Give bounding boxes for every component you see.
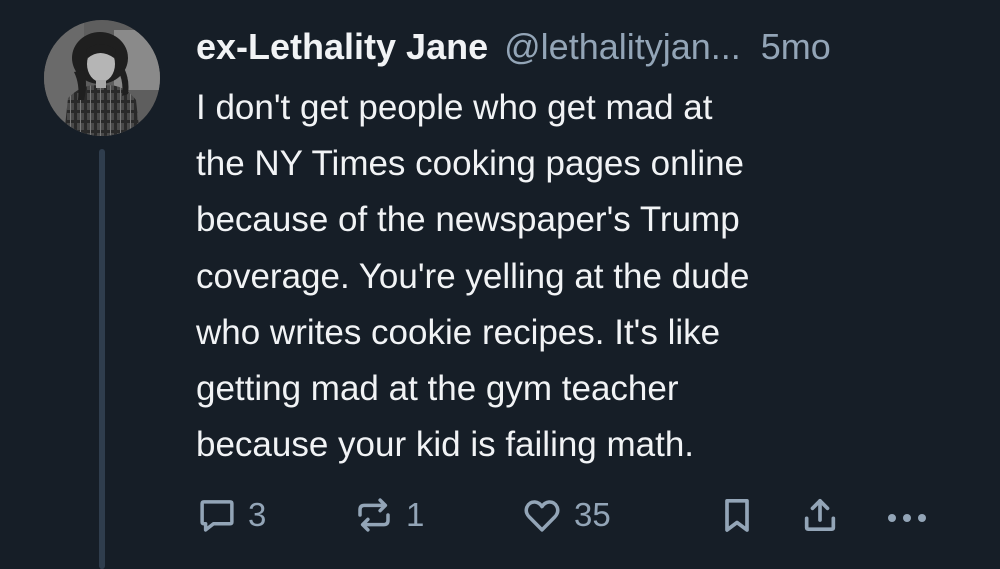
reply-icon: [200, 500, 234, 532]
bookmark-button[interactable]: [717, 490, 757, 540]
author-name[interactable]: ex-Lethality Jane: [196, 22, 488, 72]
repost-count: 1: [406, 496, 425, 533]
reply-button[interactable]: 3: [196, 490, 266, 540]
post[interactable]: ex-Lethality Jane @lethalityjan... 5mo I…: [0, 0, 1000, 569]
reply-count: 3: [248, 496, 267, 533]
more-options-button[interactable]: [880, 490, 940, 540]
repost-icon: [358, 498, 390, 532]
post-header: ex-Lethality Jane @lethalityjan... 5mo: [196, 22, 986, 72]
post-text: I don't get people who get mad at the NY…: [196, 88, 750, 465]
more-icon: [888, 514, 926, 522]
share-button[interactable]: [800, 490, 840, 540]
like-icon: [524, 500, 560, 532]
avatar[interactable]: [44, 20, 160, 136]
repost-button[interactable]: 1: [352, 490, 424, 540]
share-icon: [804, 499, 836, 531]
post-actions: 3 1 35: [0, 490, 1000, 540]
bookmark-icon: [725, 499, 749, 532]
author-handle[interactable]: @lethalityjan...: [504, 22, 741, 72]
like-count: 35: [574, 496, 611, 533]
like-button[interactable]: 35: [520, 490, 611, 540]
post-timestamp[interactable]: 5mo: [761, 22, 831, 72]
avatar-image: [44, 20, 160, 136]
